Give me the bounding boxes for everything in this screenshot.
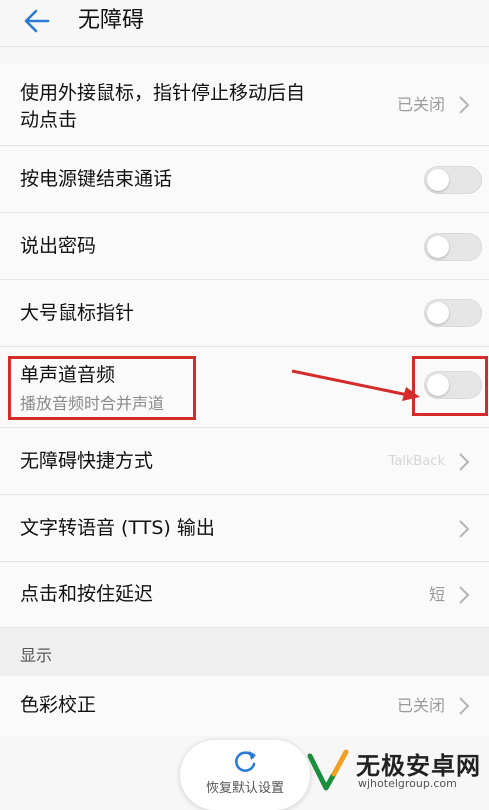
watermark-name: 无极安卓网 (356, 752, 481, 780)
list-item-large-pointer: 大号鼠标指针 (0, 281, 489, 347)
refresh-icon (235, 751, 256, 772)
toggle-knob (427, 302, 449, 324)
watermark-url: wjhotelgroup.com (358, 777, 457, 790)
arrow-left-icon[interactable] (22, 6, 52, 36)
status-text: 已关闭 (396, 696, 445, 715)
section-label: 显示 (20, 646, 53, 665)
chevron-right-icon (459, 453, 470, 471)
list-item-accessibility-shortcut[interactable]: 无障碍快捷方式 TalkBack (0, 429, 489, 495)
row-label: 文字转语音 (TTS) 输出 (20, 517, 215, 539)
row-label: 无障碍快捷方式 (20, 450, 154, 472)
watermark: 无极安卓网 wjhotelgroup.com (300, 744, 489, 800)
row-label: 点击和按住延迟 (20, 583, 154, 605)
chevron-right-icon (459, 520, 470, 538)
list-item-tts-output[interactable]: 文字转语音 (TTS) 输出 (0, 496, 489, 562)
toggle-speak-password[interactable] (424, 233, 482, 261)
watermark-logo-icon (307, 749, 349, 791)
row-label-line1: 使用外接鼠标，指针停止移动后自 (20, 82, 306, 104)
reset-label: 恢复默认设置 (205, 781, 284, 796)
toggle-knob (427, 169, 449, 191)
toggle-knob (427, 236, 449, 258)
section-header-display: 显示 (0, 628, 489, 676)
app-header: 无障碍 (0, 0, 489, 47)
list-item-touch-hold-delay[interactable]: 点击和按住延迟 短 (0, 563, 489, 628)
chevron-right-icon (459, 96, 470, 114)
arrow-annotation-icon (291, 369, 420, 401)
row-label-line2: 动点击 (20, 109, 78, 131)
list-item-color-correction[interactable]: 色彩校正 已关闭 (0, 676, 489, 736)
status-text: 已关闭 (396, 95, 445, 114)
status-text: 短 (428, 585, 445, 604)
row-label: 色彩校正 (20, 694, 97, 716)
row-label: 说出密码 (20, 235, 97, 257)
toggle-large-pointer[interactable] (424, 299, 482, 327)
row-label: 按电源键结束通话 (20, 168, 173, 190)
page-title: 无障碍 (78, 8, 145, 33)
toggle-power-end-call[interactable] (424, 166, 482, 194)
chevron-right-icon (459, 586, 470, 604)
list-item-speak-password: 说出密码 (0, 214, 489, 280)
row-label: 大号鼠标指针 (20, 302, 135, 324)
highlight-box-label (8, 356, 196, 420)
status-text: TalkBack (388, 454, 445, 469)
list-item-auto-click[interactable]: 使用外接鼠标，指针停止移动后自 动点击 已关闭 (0, 64, 489, 146)
chevron-right-icon (459, 697, 470, 715)
list-item-power-end-call: 按电源键结束通话 (0, 147, 489, 213)
